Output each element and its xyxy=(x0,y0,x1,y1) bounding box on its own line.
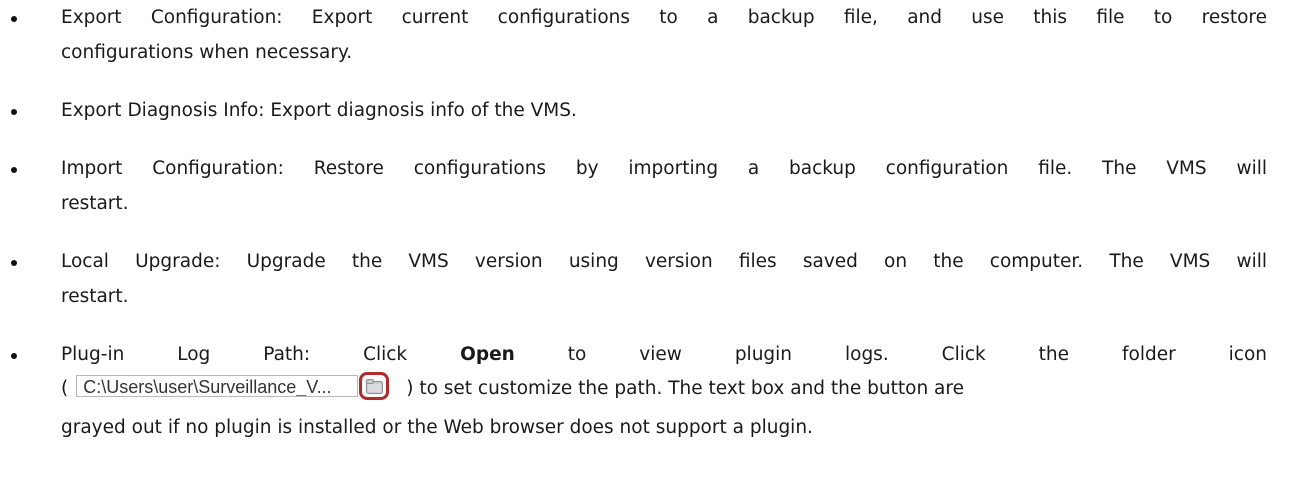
open-label: Open xyxy=(460,344,515,365)
list-item-text: Local Upgrade: Upgrade the VMS version u… xyxy=(61,251,1267,272)
bullet-icon xyxy=(11,260,17,266)
plugin-text-before: Plug-in Log Path: Click xyxy=(61,344,408,365)
bullet-icon xyxy=(11,16,17,22)
list-item-text: restart. xyxy=(61,193,129,214)
path-widget-example: C:\Users\user\Surveillance_V... xyxy=(72,372,402,406)
list-item-text: Export Diagnosis Info: Export diagnosis … xyxy=(61,100,577,121)
folder-icon xyxy=(366,379,384,394)
list-item-text: Plug-in Log Path: Click Open to view plu… xyxy=(61,337,1267,372)
list-item-text: Import Configuration: Restore configurat… xyxy=(61,158,1267,179)
folder-button[interactable] xyxy=(359,372,390,400)
list-item-text: ( C:\Users\user\Surveillance_V... ) to se… xyxy=(61,370,1267,408)
list-item-text: configurations when necessary. xyxy=(61,42,353,63)
plugin-text-after: to view plugin logs. Click the folder ic… xyxy=(567,344,1267,365)
bullet-icon xyxy=(11,167,17,173)
paren-open: ( xyxy=(61,378,69,399)
bullet-icon xyxy=(11,353,17,359)
list-item-text: grayed out if no plugin is installed or … xyxy=(61,417,813,438)
list-item-text: restart. xyxy=(61,286,129,307)
path-textbox[interactable]: C:\Users\user\Surveillance_V... xyxy=(76,375,359,397)
bullet-icon xyxy=(11,109,17,115)
list-item-text: Export Configuration: Export current con… xyxy=(61,7,1267,28)
document-page: Export Configuration: Export current con… xyxy=(0,0,1301,484)
plugin-text-line2: ) to set customize the path. The text bo… xyxy=(406,378,964,399)
